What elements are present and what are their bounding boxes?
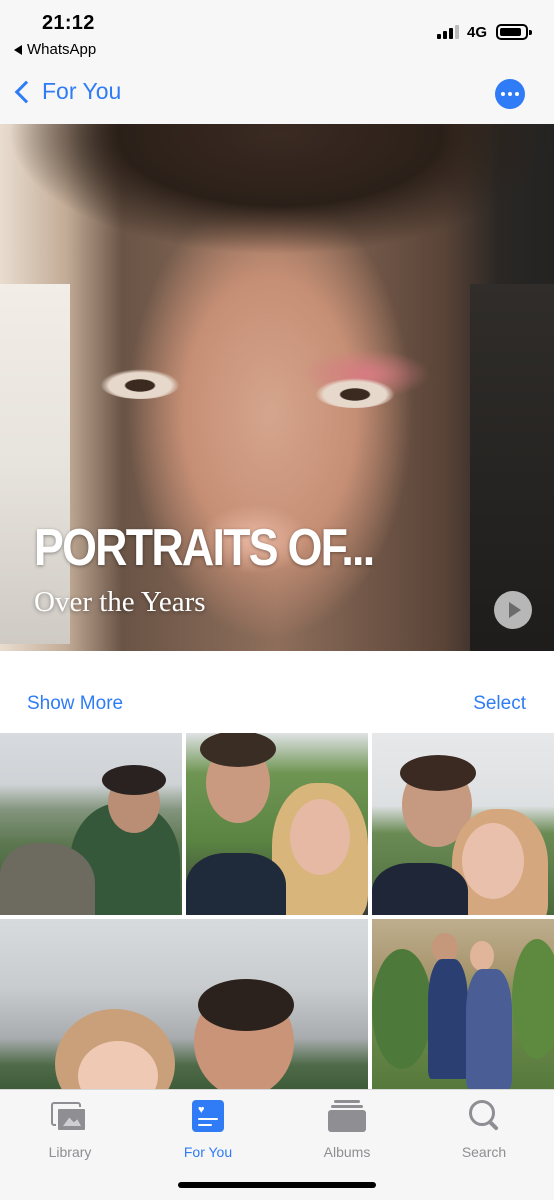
- memory-subtitle: Over the Years: [34, 586, 206, 618]
- memory-title: PORTRAITS OF...: [34, 519, 375, 577]
- play-icon: [509, 602, 521, 618]
- back-triangle-icon: [14, 44, 22, 55]
- memory-actions: Show More Select: [0, 651, 554, 731]
- chevron-left-icon: [14, 80, 38, 104]
- tab-label: Search: [461, 1144, 507, 1160]
- navigation-bar: For You: [0, 72, 554, 124]
- photo-thumbnail[interactable]: [186, 733, 368, 915]
- library-icon: [51, 1102, 87, 1132]
- back-button[interactable]: For You: [14, 78, 121, 105]
- home-indicator[interactable]: [178, 1182, 376, 1188]
- battery-icon: [496, 24, 532, 40]
- show-more-button[interactable]: Show More: [27, 693, 123, 715]
- play-button[interactable]: [494, 591, 532, 629]
- status-time: 21:12: [42, 12, 95, 34]
- photo-thumbnail[interactable]: [372, 919, 554, 1089]
- more-options-button[interactable]: [495, 79, 525, 109]
- select-button[interactable]: Select: [473, 693, 526, 715]
- network-type: 4G: [467, 24, 488, 41]
- status-bar: 21:12 WhatsApp 4G: [0, 0, 554, 72]
- photo-thumbnail[interactable]: [0, 919, 368, 1089]
- photo-thumbnail[interactable]: [372, 733, 554, 915]
- photo-thumbnail[interactable]: [0, 733, 182, 915]
- cellular-signal-icon: [437, 25, 459, 39]
- tab-for-you[interactable]: ♥ For You: [148, 1098, 268, 1162]
- tab-label: Albums: [323, 1144, 371, 1160]
- albums-icon: [328, 1100, 366, 1132]
- tab-search[interactable]: Search: [424, 1098, 544, 1162]
- ellipsis-icon: [501, 92, 505, 96]
- back-button-label: For You: [42, 78, 122, 104]
- tab-label: For You: [183, 1144, 233, 1160]
- tab-albums[interactable]: Albums: [287, 1098, 407, 1162]
- for-you-icon: ♥: [192, 1100, 224, 1132]
- tab-label: Library: [48, 1144, 92, 1160]
- tab-library[interactable]: Library: [10, 1098, 130, 1162]
- back-to-app-link[interactable]: WhatsApp: [14, 41, 96, 58]
- search-icon: [469, 1100, 501, 1132]
- back-app-label: WhatsApp: [27, 41, 97, 58]
